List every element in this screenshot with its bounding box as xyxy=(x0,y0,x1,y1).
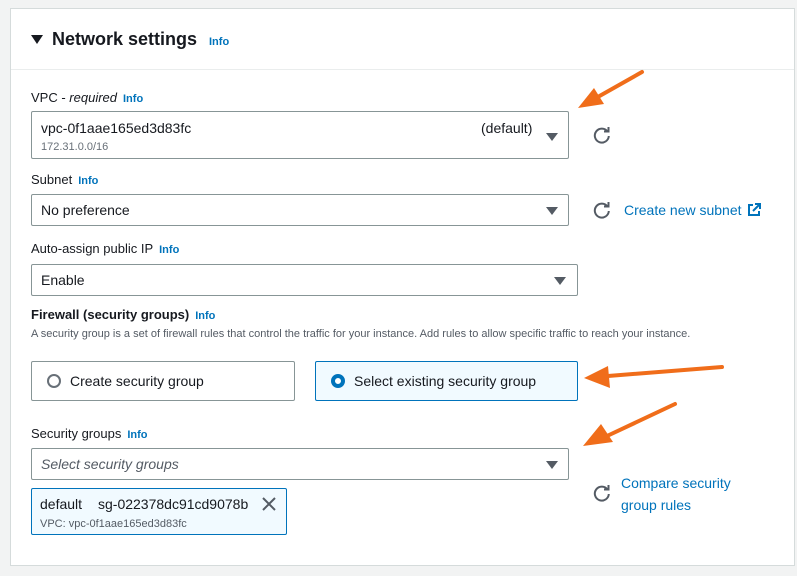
security-groups-label: Security groups Info xyxy=(31,426,148,441)
section-title: Network settings xyxy=(52,29,198,49)
vpc-info-link[interactable]: Info xyxy=(123,93,143,105)
subnet-info-link[interactable]: Info xyxy=(78,175,98,187)
firewall-description: A security group is a set of firewall ru… xyxy=(31,328,691,340)
public-ip-info-link[interactable]: Info xyxy=(159,244,179,256)
subnet-label: Subnet Info xyxy=(31,172,99,187)
public-ip-label: Auto-assign public IP Info xyxy=(31,241,180,256)
token-vpc: VPC: vpc-0f1aae165ed3d83fc xyxy=(40,518,187,530)
public-ip-value: Enable xyxy=(41,272,85,288)
radio-existing-label: Select existing security group xyxy=(354,373,537,389)
radio-button[interactable] xyxy=(47,374,61,388)
chevron-down-icon xyxy=(546,207,558,215)
chevron-down-icon xyxy=(546,461,558,469)
vpc-select[interactable]: vpc-0f1aae165ed3d83fc (default) 172.31.0… xyxy=(31,111,569,159)
caret-down-icon[interactable] xyxy=(31,35,43,44)
external-link-icon[interactable] xyxy=(747,203,761,217)
vpc-label: VPC - required Info xyxy=(31,90,144,105)
firewall-info-link[interactable]: Info xyxy=(195,310,215,322)
vpc-default-tag: (default) xyxy=(481,120,533,136)
section-header[interactable]: Network settings Info xyxy=(11,9,794,70)
radio-create-label: Create security group xyxy=(70,373,204,389)
refresh-icon[interactable] xyxy=(592,125,612,145)
subnet-value: No preference xyxy=(41,202,130,218)
radio-button-selected[interactable] xyxy=(331,374,345,388)
close-icon[interactable] xyxy=(260,495,278,513)
section-info-link[interactable]: Info xyxy=(209,36,229,48)
token-sg-id: sg-022378dc91cd9078b xyxy=(98,496,249,512)
radio-create-security-group[interactable]: Create security group xyxy=(31,361,295,401)
radio-select-existing-security-group[interactable]: Select existing security group xyxy=(315,361,578,401)
chevron-down-icon xyxy=(546,133,558,141)
security-groups-placeholder: Select security groups xyxy=(41,456,179,472)
security-group-token: default sg-022378dc91cd9078b VPC: vpc-0f… xyxy=(31,488,287,535)
vpc-value: vpc-0f1aae165ed3d83fc xyxy=(41,120,192,136)
refresh-icon[interactable] xyxy=(592,483,612,503)
vpc-cidr: 172.31.0.0/16 xyxy=(41,141,109,153)
subnet-select[interactable]: No preference xyxy=(31,194,569,226)
token-name: default xyxy=(40,496,83,512)
create-new-subnet-link[interactable]: Create new subnet xyxy=(624,202,742,218)
compare-security-group-rules-link[interactable]: Compare security group rules xyxy=(621,472,731,516)
public-ip-select[interactable]: Enable xyxy=(31,264,578,296)
chevron-down-icon xyxy=(554,277,566,285)
security-groups-select[interactable]: Select security groups xyxy=(31,448,569,480)
security-groups-info-link[interactable]: Info xyxy=(127,429,147,441)
network-settings-panel: Network settings Info VPC - required Info… xyxy=(10,8,795,566)
refresh-icon[interactable] xyxy=(592,200,612,220)
firewall-label: Firewall (security groups) Info xyxy=(31,307,216,322)
